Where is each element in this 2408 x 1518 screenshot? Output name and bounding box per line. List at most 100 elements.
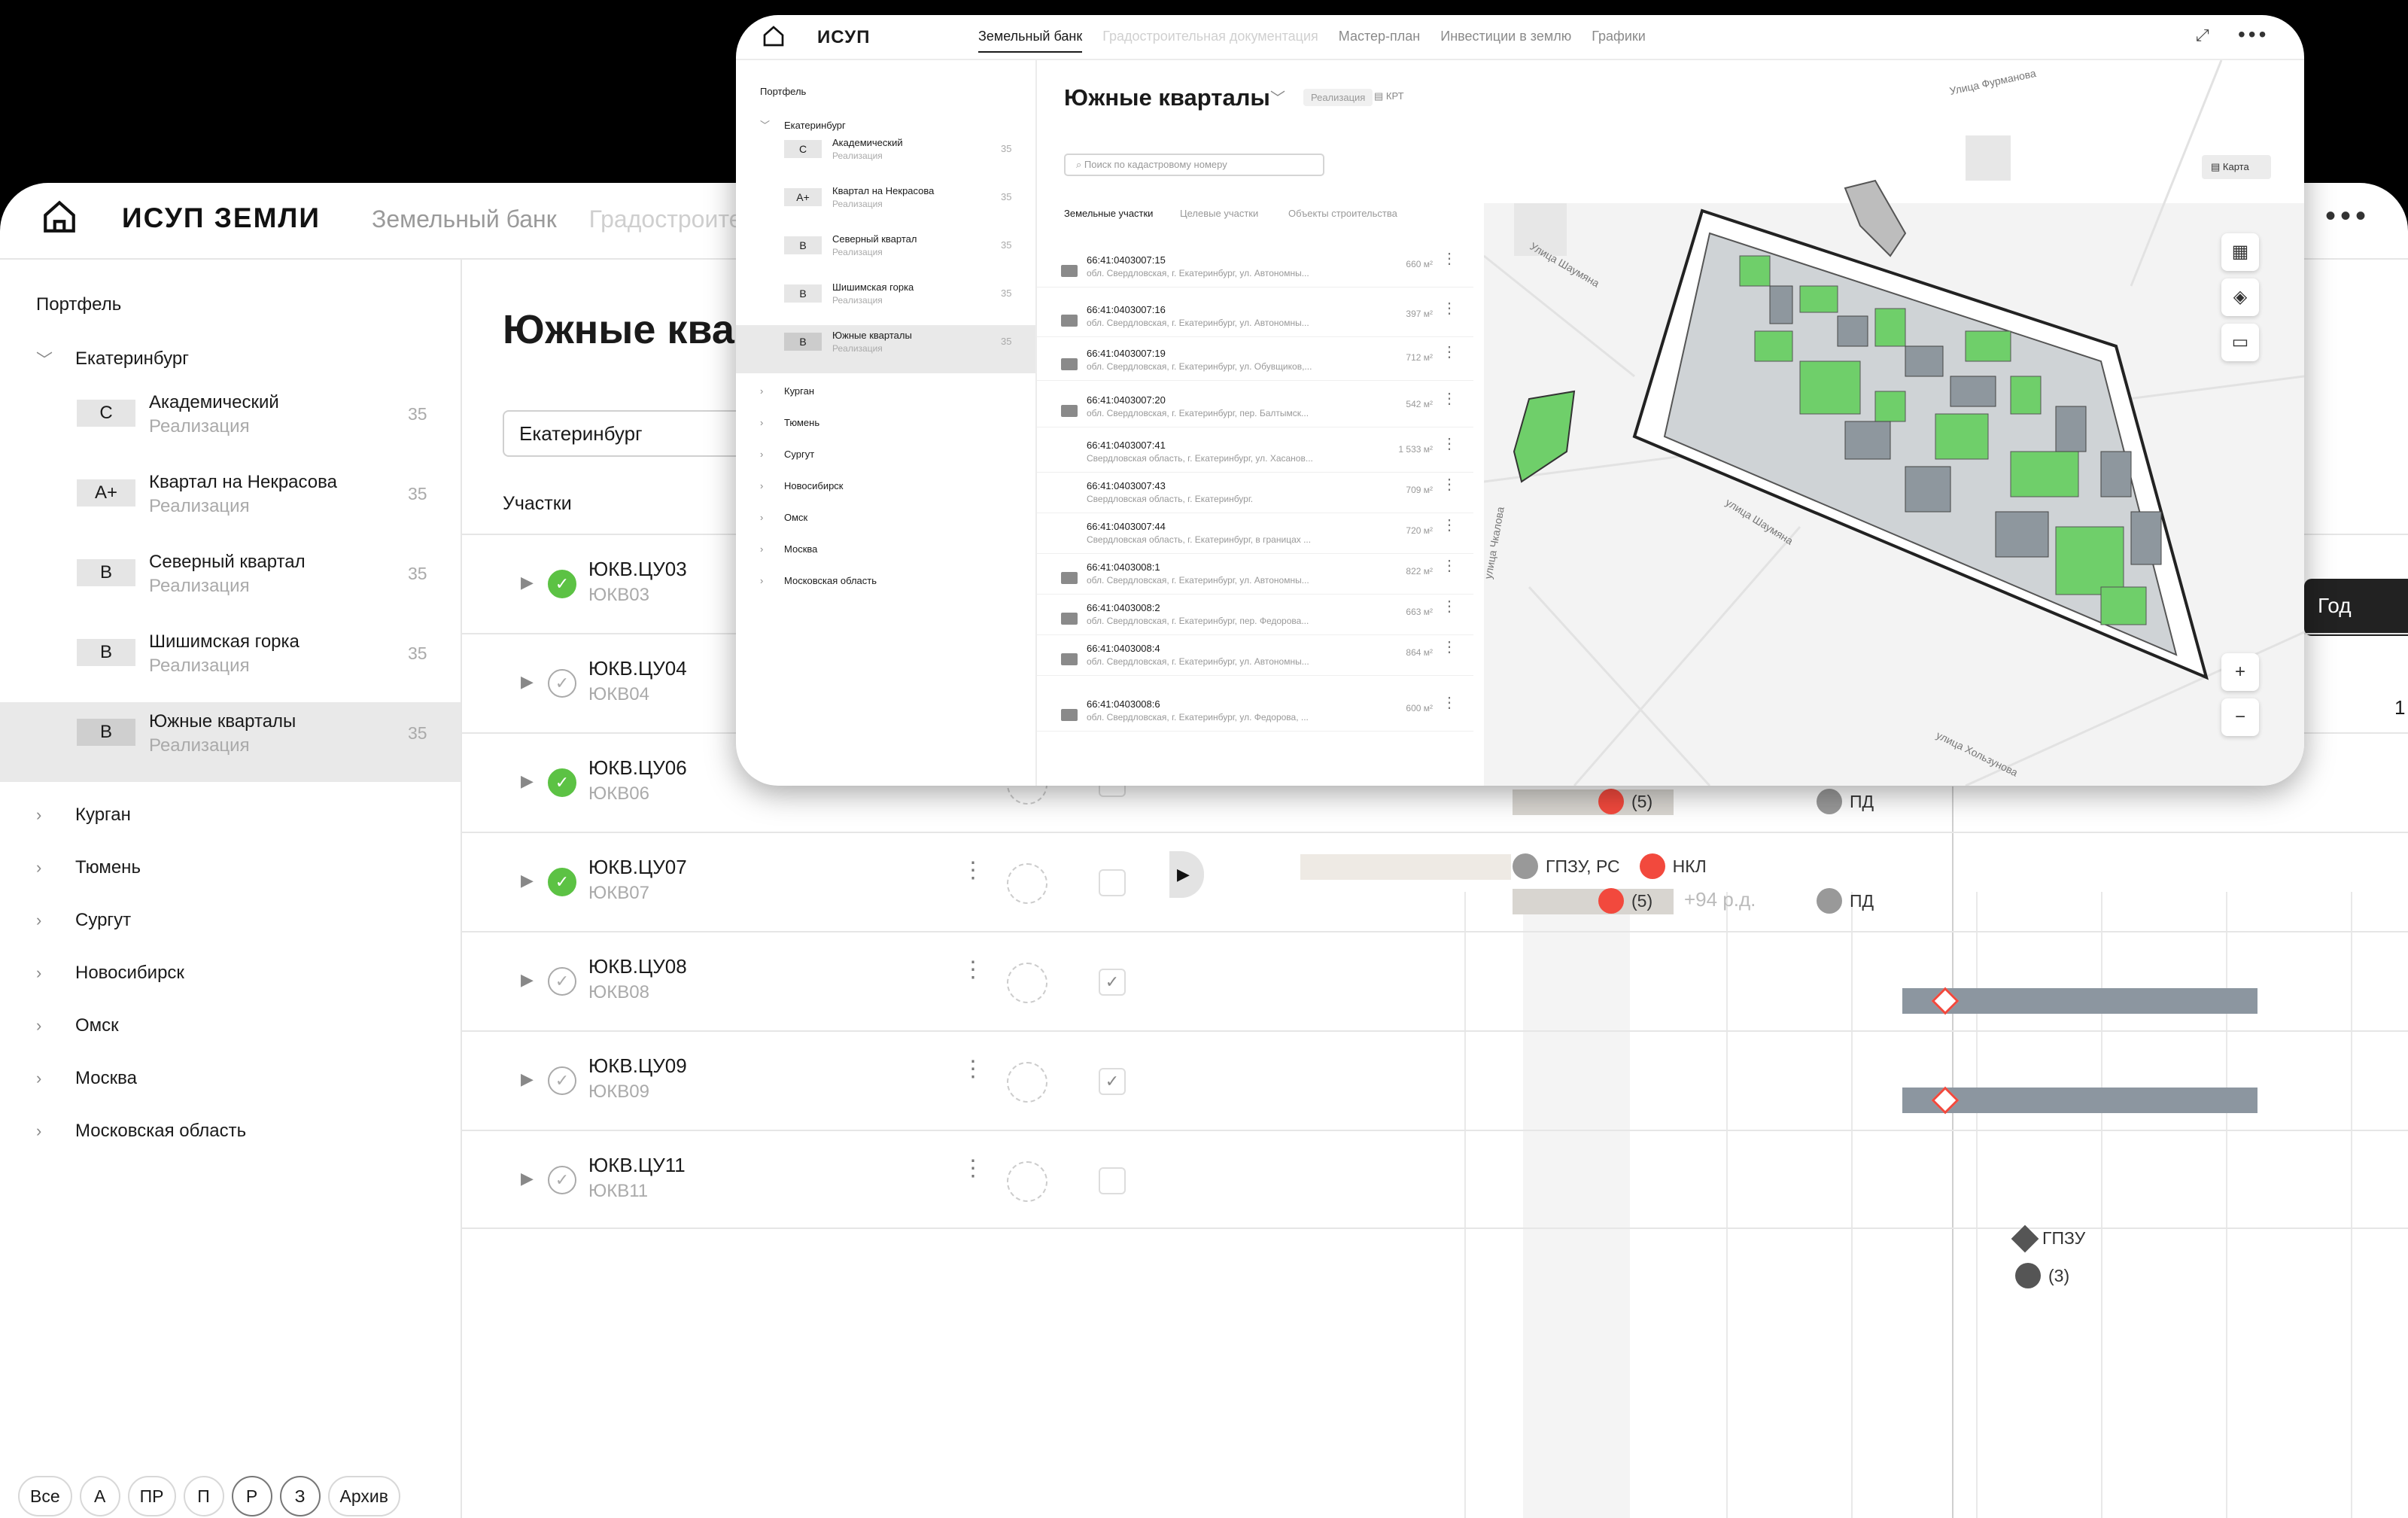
cadastral-map[interactable]: Улица Фурманова Улица Шаумяна улица Шаум… xyxy=(1484,60,2304,786)
zoom-in-button[interactable]: + xyxy=(2221,653,2259,691)
row-checkbox[interactable]: ✓ xyxy=(1099,969,1126,996)
tab-land-plots[interactable]: Земельные участки xyxy=(1064,208,1153,219)
row-menu-icon[interactable]: ⋮ xyxy=(962,859,984,882)
table-row[interactable]: ▶ ✓ ЮКВ.ЦУ08 ЮКВ08 ⋮ ✓ xyxy=(462,931,2408,1030)
project-item[interactable]: C Академический Реализация 35 xyxy=(736,132,1035,181)
city-item[interactable]: › Московская область xyxy=(36,1121,246,1142)
city-item[interactable]: › Новосибирск xyxy=(36,963,184,984)
city-item[interactable]: › Московская область xyxy=(760,575,877,586)
city-item[interactable]: › Новосибирск xyxy=(760,480,844,491)
filter-a[interactable]: А xyxy=(79,1476,120,1516)
city-item[interactable]: › Сургут xyxy=(760,449,814,460)
filter-pr[interactable]: ПР xyxy=(127,1476,176,1516)
list-item[interactable]: 66:41:0403008:4 обл. Свердловская, г. Ека… xyxy=(1037,635,1473,676)
city-item[interactable]: › Курган xyxy=(36,805,131,826)
city-item[interactable]: › Тюмень xyxy=(760,417,819,428)
row-menu-icon[interactable]: ⋮ xyxy=(962,959,984,981)
portfolio-heading: Портфель xyxy=(36,294,122,315)
krt-link[interactable]: ▤ КРТ xyxy=(1374,90,1404,102)
gantt-marker[interactable]: ГПЗУ xyxy=(2011,1224,2085,1252)
project-item[interactable]: A+ Квартал на Некрасова Реализация 35 xyxy=(0,463,461,543)
table-row[interactable]: ▶ ✓ ЮКВ.ЦУ11 ЮКВ11 ⋮ xyxy=(462,1130,2408,1229)
front-sidebar: Портфель ﹀ Екатеринбург C Академический Реа… xyxy=(736,60,1037,786)
city-ekaterinburg[interactable]: ﹀ Екатеринбург xyxy=(36,347,189,371)
city-item[interactable]: › Омск xyxy=(760,512,807,523)
project-item[interactable]: B Шишимская горка Реализация 35 xyxy=(736,277,1035,325)
city-item[interactable]: › Тюмень xyxy=(36,857,141,878)
row-menu-icon: ⋮ xyxy=(1442,476,1457,493)
row-checkbox[interactable] xyxy=(1099,1167,1126,1194)
city-item[interactable]: › Курган xyxy=(760,385,814,397)
row-checkbox[interactable]: ✓ xyxy=(1099,1068,1126,1095)
chevron-down-icon[interactable]: ﹀ xyxy=(1270,86,1285,108)
city-item[interactable]: › Сургут xyxy=(36,910,131,931)
status-check-icon: ✓ xyxy=(548,669,576,698)
tab-urban-docs[interactable]: Градостроител xyxy=(589,205,756,233)
row-menu-icon[interactable]: ⋮ xyxy=(962,1058,984,1081)
gantt-marker[interactable]: (5) xyxy=(1598,789,1652,814)
map-toggle-button[interactable]: ▤ Карта xyxy=(2202,155,2271,179)
assignee-avatar[interactable] xyxy=(1007,863,1047,904)
project-item[interactable]: B Северный квартал Реализация 35 xyxy=(736,229,1035,277)
project-item-selected[interactable]: B Южные кварталы Реализация 35 xyxy=(0,702,461,782)
map-icon[interactable]: ▦ xyxy=(2221,233,2259,271)
list-item[interactable]: 66:41:0403008:6 обл. Свердловская, г. Ека… xyxy=(1037,691,1473,732)
project-item[interactable]: B Северный квартал Реализация 35 xyxy=(0,543,461,622)
filter-all[interactable]: Все xyxy=(18,1476,72,1516)
zoom-out-button[interactable]: − xyxy=(2221,698,2259,736)
tab-land-bank[interactable]: Земельный банк xyxy=(978,29,1083,53)
gantt-marker[interactable]: (5) xyxy=(1598,888,1652,914)
list-item[interactable]: 66:41:0403008:2 обл. Свердловская, г. Ека… xyxy=(1037,595,1473,635)
gantt-marker[interactable]: (3) xyxy=(2015,1263,2069,1288)
project-item[interactable]: A+ Квартал на Некрасова Реализация 35 xyxy=(736,181,1035,229)
home-icon[interactable] xyxy=(762,24,786,48)
search-input[interactable]: ⌕ Поиск по кадастровому номеру xyxy=(1064,154,1324,176)
city-item[interactable]: › Москва xyxy=(36,1068,137,1089)
assignee-avatar[interactable] xyxy=(1007,963,1047,1003)
layers-icon[interactable]: ◈ xyxy=(2221,278,2259,316)
map-panel[interactable]: Улица Фурманова Улица Шаумяна улица Шаум… xyxy=(1484,60,2304,786)
tab-land-bank[interactable]: Земельный банк xyxy=(372,205,557,233)
tab-target-plots[interactable]: Целевые участки xyxy=(1180,208,1258,219)
home-icon[interactable] xyxy=(41,198,78,236)
tab-investments[interactable]: Инвестиции в землю xyxy=(1440,29,1571,44)
project-item[interactable]: C Академический Реализация 35 xyxy=(0,383,461,463)
gantt-marker[interactable]: ГПЗУ, РС НКЛ xyxy=(1513,853,1707,879)
expand-icon: ▶ xyxy=(521,771,534,790)
filter-p[interactable]: П xyxy=(183,1476,224,1516)
list-item[interactable]: 66:41:0403007:19 обл. Свердловская, г. Ек… xyxy=(1037,340,1473,381)
more-icon[interactable]: ••• xyxy=(2325,201,2370,231)
project-item-selected[interactable]: B Южные кварталы Реализация 35 xyxy=(736,325,1035,373)
filter-archive[interactable]: Архив xyxy=(327,1476,400,1516)
gantt-marker[interactable]: ПД xyxy=(1817,789,1874,814)
assignee-avatar[interactable] xyxy=(1007,1161,1047,1202)
table-row[interactable]: ▶ ✓ ЮКВ.ЦУ07 ЮКВ07 ⋮ xyxy=(462,832,2408,931)
assignee-avatar[interactable] xyxy=(1007,1062,1047,1103)
list-item[interactable]: 66:41:0403007:16 обл. Свердловская, г. Ек… xyxy=(1037,297,1473,337)
city-ekaterinburg[interactable]: ﹀ Екатеринбург xyxy=(760,117,846,132)
list-item[interactable]: 66:41:0403007:20 обл. Свердловская, г. Ек… xyxy=(1037,387,1473,427)
project-title: Южные кварталы xyxy=(1064,84,1270,111)
more-icon[interactable]: ••• xyxy=(2238,23,2269,47)
row-checkbox[interactable] xyxy=(1099,869,1126,896)
tab-urban-docs[interactable]: Градостроительная документация xyxy=(1102,29,1318,44)
city-item[interactable]: › Москва xyxy=(760,543,817,555)
list-item[interactable]: 66:41:0403007:43 Свердловская область, г.… xyxy=(1037,473,1473,513)
filter-r[interactable]: Р xyxy=(231,1476,272,1516)
expand-icon[interactable]: ⤢ xyxy=(2196,26,2209,45)
row-menu-icon[interactable]: ⋮ xyxy=(962,1158,984,1180)
table-row[interactable]: ▶ ✓ ЮКВ.ЦУ09 ЮКВ09 ⋮ ✓ xyxy=(462,1030,2408,1130)
project-item[interactable]: B Шишимская горка Реализация 35 xyxy=(0,622,461,702)
list-item[interactable]: 66:41:0403008:1 обл. Свердловская, г. Ека… xyxy=(1037,554,1473,595)
list-item[interactable]: 66:41:0403007:15 обл. Свердловская, г. Ек… xyxy=(1037,247,1473,287)
city-item[interactable]: › Омск xyxy=(36,1015,119,1036)
tab-master-plan[interactable]: Мастер-план xyxy=(1339,29,1420,44)
list-item[interactable]: 66:41:0403007:44 Свердловская область, г.… xyxy=(1037,513,1473,554)
filter-z[interactable]: З xyxy=(279,1476,321,1516)
gantt-marker[interactable]: ПД xyxy=(1817,888,1874,914)
tab-charts[interactable]: Графики xyxy=(1592,29,1646,44)
gantt-bar[interactable] xyxy=(1300,854,1511,880)
legend-icon[interactable]: ▭ xyxy=(2221,324,2259,361)
list-item[interactable]: 66:41:0403007:41 Свердловская область, г.… xyxy=(1037,432,1473,473)
tab-construction-objects[interactable]: Объекты строительства xyxy=(1288,208,1397,219)
